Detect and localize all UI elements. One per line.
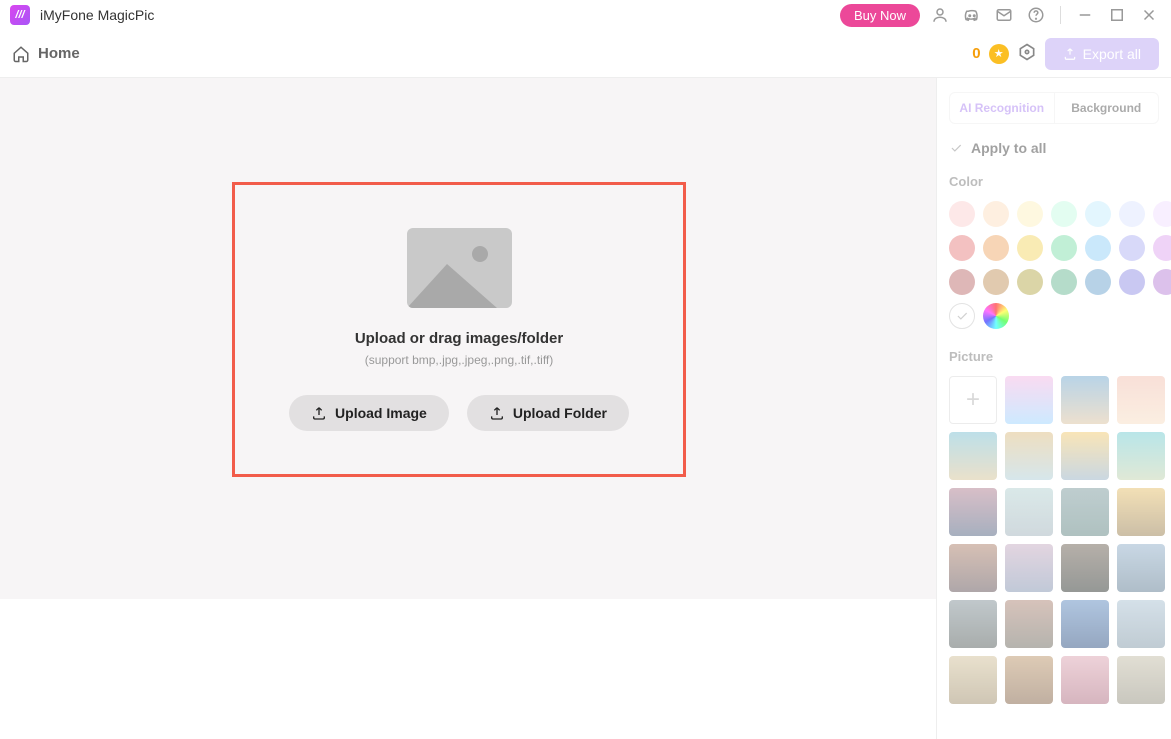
- apply-to-all[interactable]: Apply to all: [949, 140, 1159, 156]
- color-swatch[interactable]: [1085, 235, 1111, 261]
- header: Home 0 ★ Export all: [0, 30, 1171, 78]
- divider: [1060, 6, 1061, 24]
- upload-title: Upload or drag images/folder: [355, 330, 563, 347]
- color-swatch[interactable]: [1119, 201, 1145, 227]
- tab-ai-recognition[interactable]: AI Recognition: [950, 93, 1055, 123]
- color-swatch[interactable]: [1153, 201, 1171, 227]
- star-badge-icon: ★: [989, 44, 1009, 64]
- maximize-icon[interactable]: [1105, 3, 1129, 27]
- export-all-button[interactable]: Export all: [1045, 38, 1159, 70]
- upload-folder-button[interactable]: Upload Folder: [467, 395, 629, 431]
- picture-thumb[interactable]: [1117, 600, 1165, 648]
- user-icon[interactable]: [928, 3, 952, 27]
- discord-icon[interactable]: [960, 3, 984, 27]
- picture-thumb[interactable]: [1005, 544, 1053, 592]
- picture-thumb[interactable]: [1117, 544, 1165, 592]
- color-swatch[interactable]: [1085, 201, 1111, 227]
- picture-thumb[interactable]: [1061, 376, 1109, 424]
- home-link[interactable]: Home: [12, 45, 80, 63]
- tab-background[interactable]: Background: [1055, 93, 1159, 123]
- titlebar: /// iMyFone MagicPic Buy Now: [0, 0, 1171, 30]
- color-swatch[interactable]: [983, 201, 1009, 227]
- color-swatch[interactable]: [983, 235, 1009, 261]
- color-section-label: Color: [949, 174, 1159, 189]
- image-placeholder-icon: [407, 228, 512, 308]
- picture-thumb[interactable]: [1117, 488, 1165, 536]
- app-logo: ///: [10, 5, 30, 25]
- buy-now-button[interactable]: Buy Now: [840, 4, 920, 27]
- picture-thumb[interactable]: [1005, 600, 1053, 648]
- picture-thumb[interactable]: [1117, 376, 1165, 424]
- minimize-icon[interactable]: [1073, 3, 1097, 27]
- canvas-bottom: [0, 599, 936, 739]
- picture-thumb[interactable]: [1117, 656, 1165, 704]
- color-swatch[interactable]: [1153, 235, 1171, 261]
- app-title: iMyFone MagicPic: [40, 7, 154, 23]
- picture-thumb[interactable]: [1005, 488, 1053, 536]
- picture-thumb[interactable]: [1005, 376, 1053, 424]
- canvas-area: Upload or drag images/folder (support bm…: [0, 78, 936, 739]
- check-icon: [949, 141, 963, 155]
- picture-grid: +: [949, 376, 1159, 704]
- picture-thumb[interactable]: [1117, 432, 1165, 480]
- close-icon[interactable]: [1137, 3, 1161, 27]
- color-swatch[interactable]: [1017, 235, 1043, 261]
- apply-to-all-label: Apply to all: [971, 140, 1046, 156]
- export-icon: [1063, 47, 1077, 61]
- sidebar: AI Recognition Background Apply to all C…: [936, 78, 1171, 739]
- picture-thumb[interactable]: [949, 656, 997, 704]
- credit-count: 0: [972, 45, 980, 62]
- sidebar-tabs: AI Recognition Background: [949, 92, 1159, 124]
- color-swatch[interactable]: [1051, 269, 1077, 295]
- color-swatch[interactable]: [949, 201, 975, 227]
- color-swatch[interactable]: [1017, 269, 1043, 295]
- color-swatch[interactable]: [983, 269, 1009, 295]
- picture-thumb[interactable]: [1061, 600, 1109, 648]
- export-all-label: Export all: [1083, 46, 1141, 62]
- picture-thumb[interactable]: [949, 544, 997, 592]
- picture-thumb[interactable]: [1061, 656, 1109, 704]
- color-swatch[interactable]: [1017, 201, 1043, 227]
- home-icon: [12, 45, 30, 63]
- upload-image-label: Upload Image: [335, 405, 427, 421]
- picture-thumb[interactable]: [1061, 544, 1109, 592]
- color-swatches: [949, 201, 1159, 329]
- color-swatch[interactable]: [1085, 269, 1111, 295]
- upload-icon: [489, 405, 505, 421]
- upload-folder-label: Upload Folder: [513, 405, 607, 421]
- picture-thumb[interactable]: [1005, 656, 1053, 704]
- color-swatch[interactable]: [949, 235, 975, 261]
- color-swatch[interactable]: [949, 269, 975, 295]
- help-icon[interactable]: [1024, 3, 1048, 27]
- color-picker[interactable]: [983, 303, 1009, 329]
- upload-subtitle: (support bmp,.jpg,.jpeg,.png,.tif,.tiff): [365, 353, 554, 367]
- picture-thumb[interactable]: [949, 488, 997, 536]
- color-swatch[interactable]: [1051, 201, 1077, 227]
- picture-thumb[interactable]: [949, 432, 997, 480]
- picture-thumb[interactable]: [949, 600, 997, 648]
- picture-thumb[interactable]: [1061, 488, 1109, 536]
- mail-icon[interactable]: [992, 3, 1016, 27]
- color-swatch[interactable]: [1119, 235, 1145, 261]
- upload-icon: [311, 405, 327, 421]
- picture-section-label: Picture: [949, 349, 1159, 364]
- picture-thumb[interactable]: [1061, 432, 1109, 480]
- picture-thumb[interactable]: [1005, 432, 1053, 480]
- color-none[interactable]: [949, 303, 975, 329]
- upload-image-button[interactable]: Upload Image: [289, 395, 449, 431]
- add-picture-button[interactable]: +: [949, 376, 997, 424]
- color-swatch[interactable]: [1153, 269, 1171, 295]
- color-swatch[interactable]: [1051, 235, 1077, 261]
- color-swatch[interactable]: [1119, 269, 1145, 295]
- home-label: Home: [38, 45, 80, 62]
- settings-icon[interactable]: [1017, 42, 1037, 65]
- upload-drop-zone[interactable]: Upload or drag images/folder (support bm…: [232, 182, 686, 477]
